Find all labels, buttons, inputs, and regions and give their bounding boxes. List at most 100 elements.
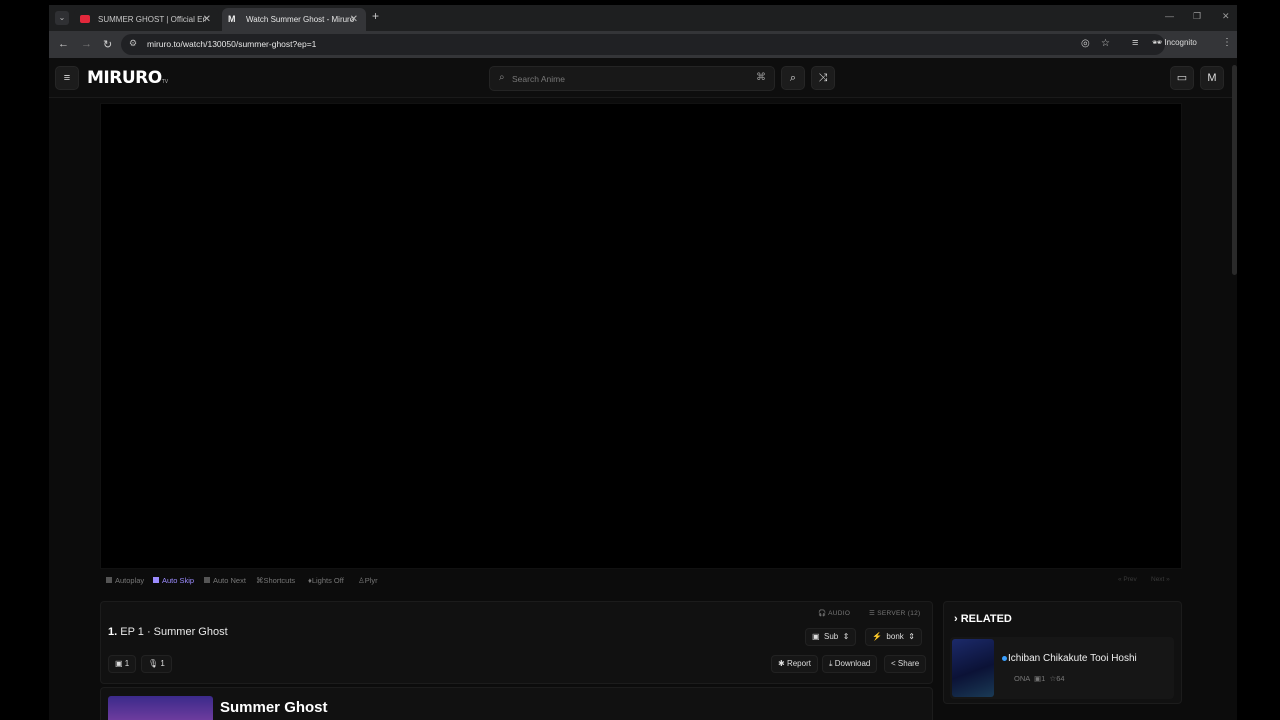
- cc-icon: ▣: [115, 659, 123, 668]
- related-heading: › RELATED: [954, 613, 1012, 625]
- inbox-icon[interactable]: ▭: [1170, 66, 1194, 90]
- bookmark-star-icon[interactable]: ☆: [1101, 38, 1110, 49]
- option-label: Auto Skip: [162, 576, 195, 585]
- close-icon[interactable]: ✕: [350, 8, 358, 31]
- server-select[interactable]: ⚡ bonk ⇕: [865, 628, 922, 646]
- new-tab-button[interactable]: +: [372, 9, 379, 23]
- dub-count: 1: [160, 659, 165, 668]
- minimize-button[interactable]: —: [1165, 11, 1174, 21]
- browser-toolbar: ← → ↻ ⚙ miruro.to/watch/130050/summer-gh…: [49, 31, 1237, 58]
- random-shuffle-button[interactable]: ⤨: [811, 66, 835, 90]
- logo-text: MIRURO: [87, 68, 162, 88]
- lights-off-toggle[interactable]: ♦Lights Off: [308, 576, 344, 585]
- incognito-badge[interactable]: 🕶 Incognito: [1152, 38, 1197, 47]
- audio-label-text: AUDIO: [828, 610, 851, 617]
- episode-number: 1.: [108, 626, 118, 638]
- report-button[interactable]: ✱ Report: [771, 655, 818, 673]
- episode-label: EP 1 · Summer Ghost: [120, 626, 228, 638]
- sub-count: 1: [124, 659, 130, 668]
- miruro-icon: M: [228, 14, 236, 24]
- tab-title: Watch Summer Ghost - Miruro: [246, 15, 354, 24]
- site-info-icon[interactable]: ⚙: [129, 38, 137, 49]
- shortcuts-toggle[interactable]: ⌘Shortcuts: [256, 576, 295, 585]
- logo-suffix: TV: [161, 79, 169, 85]
- anime-poster: [108, 696, 213, 720]
- lightning-icon: ⚡: [872, 632, 882, 641]
- option-label: Autoplay: [115, 576, 145, 585]
- chevron-right-icon: ›: [954, 613, 958, 625]
- option-label: Auto Next: [213, 576, 246, 585]
- search-bar[interactable]: ⌕ ⌘: [489, 66, 775, 91]
- server-value: bonk: [886, 632, 904, 641]
- related-heading-text: RELATED: [960, 613, 1012, 625]
- autoplay-toggle[interactable]: Autoplay: [106, 576, 144, 585]
- site-logo[interactable]: MIRUROTV: [87, 68, 168, 88]
- server-label-text: SERVER (12): [877, 610, 921, 617]
- incognito-label: Incognito: [1164, 38, 1197, 47]
- page-scrollbar[interactable]: [1232, 65, 1237, 275]
- prev-episode-button[interactable]: « Prev: [1118, 576, 1137, 583]
- close-icon[interactable]: ✕: [203, 8, 211, 31]
- share-icon: <: [891, 659, 896, 668]
- avatar[interactable]: M: [1200, 66, 1224, 90]
- reading-list-icon[interactable]: ≡: [1132, 37, 1138, 49]
- checkbox-icon: [153, 577, 159, 583]
- share-label: Share: [897, 659, 920, 668]
- subtitles-icon: ▣: [812, 632, 820, 641]
- related-card[interactable]: Ichiban Chikakute Tooi Hoshi ONA ▣1 ☆64: [950, 637, 1174, 699]
- option-label: Plyr: [364, 576, 378, 585]
- plyr-toggle[interactable]: ♙Plyr: [358, 576, 378, 585]
- microphone-icon: 🎙: [148, 659, 159, 668]
- auto-skip-toggle[interactable]: Auto Skip: [153, 576, 194, 585]
- command-icon: ⌘: [256, 576, 264, 585]
- related-thumbnail: [952, 639, 994, 697]
- window-close-button[interactable]: ✕: [1222, 11, 1230, 22]
- search-input[interactable]: [512, 71, 742, 87]
- share-button[interactable]: < Share: [884, 655, 927, 673]
- tab-youtube[interactable]: SUMMER GHOST | Official Engli ✕: [74, 8, 219, 31]
- command-key-icon: ⌘: [756, 72, 766, 83]
- tab-miruro[interactable]: M Watch Summer Ghost - Miruro ✕: [222, 8, 366, 31]
- episode-title: 1. EP 1 · Summer Ghost: [108, 626, 228, 638]
- back-button[interactable]: ←: [58, 38, 69, 50]
- browser-menu-icon[interactable]: ⋮: [1222, 37, 1232, 48]
- server-label: ☰ SERVER (12): [869, 610, 921, 617]
- url-text: miruro.to/watch/130050/summer-ghost?ep=1: [147, 39, 317, 49]
- next-label: Next: [1151, 576, 1165, 583]
- checkbox-icon: [106, 577, 112, 583]
- tab-strip: ⌄ SUMMER GHOST | Official Engli ✕ M Watc…: [49, 5, 1237, 31]
- address-bar[interactable]: ⚙ miruro.to/watch/130050/summer-ghost?ep…: [121, 34, 1165, 55]
- next-episode-button[interactable]: Next »: [1151, 576, 1170, 583]
- status-dot: [1002, 656, 1007, 661]
- browser-window: ⌄ SUMMER GHOST | Official Engli ✕ M Watc…: [49, 5, 1237, 720]
- tab-title: SUMMER GHOST | Official Engli: [98, 15, 206, 24]
- episode-panel: 1. EP 1 · Summer Ghost 🎧 AUDIO ☰ SERVER …: [100, 601, 933, 684]
- download-button[interactable]: ⤓ Download: [822, 655, 878, 673]
- related-meta: ONA ▣1 ☆64: [1014, 674, 1065, 683]
- player-icon: ♙: [358, 576, 365, 585]
- download-label: Download: [834, 659, 871, 668]
- hamburger-menu-icon[interactable]: ≡: [55, 66, 79, 90]
- reload-button[interactable]: ↻: [103, 38, 112, 51]
- download-icon: ⤓: [829, 659, 833, 668]
- search-icon: ⌕: [499, 72, 505, 83]
- restore-button[interactable]: ❐: [1193, 11, 1201, 22]
- youtube-icon: [80, 15, 90, 23]
- anime-title: Summer Ghost: [220, 699, 328, 716]
- related-episodes: 1: [1041, 674, 1046, 683]
- audio-value: Sub: [824, 632, 839, 641]
- option-label: Shortcuts: [263, 576, 296, 585]
- eye-off-icon[interactable]: ◎: [1081, 38, 1090, 49]
- bug-icon: ✱: [778, 659, 785, 668]
- anime-info-panel: Summer Ghost: [100, 687, 933, 720]
- option-label: Lights Off: [311, 576, 344, 585]
- audio-label: 🎧 AUDIO: [818, 610, 851, 617]
- forward-button[interactable]: →: [81, 38, 92, 50]
- auto-next-toggle[interactable]: Auto Next: [204, 576, 246, 585]
- dub-count-badge: 🎙 1: [141, 655, 172, 673]
- report-label: Report: [786, 659, 811, 668]
- video-player[interactable]: [100, 103, 1182, 569]
- tab-search-button[interactable]: ⌄: [55, 11, 69, 25]
- search-button[interactable]: ⌕: [781, 66, 805, 90]
- audio-select[interactable]: ▣ Sub ⇕: [805, 628, 857, 646]
